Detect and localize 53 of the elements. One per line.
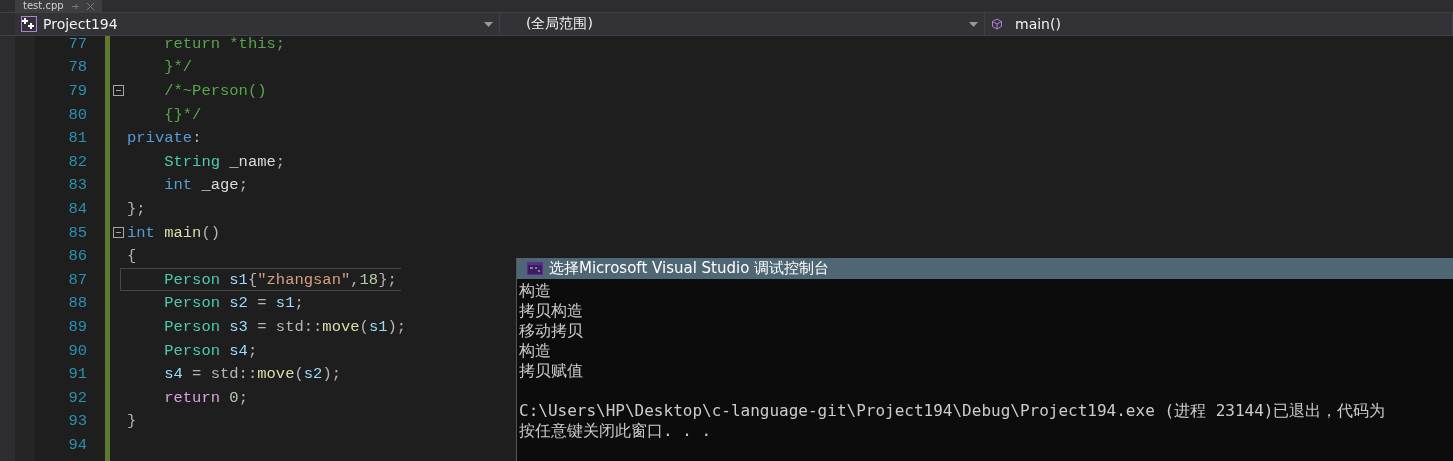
collapse-icon[interactable] — [112, 227, 124, 239]
console-output-line: 移动拷贝 — [519, 321, 584, 341]
line-number: 80 — [67, 105, 87, 124]
line-number: 85 — [67, 223, 87, 242]
line-number: 88 — [67, 294, 87, 313]
line-number: 86 — [67, 247, 87, 266]
cube-icon — [991, 18, 1003, 30]
console-output-line: C:\Users\HP\Desktop\c-language-git\Project194\Debug\Project194.exe (进程 23144)已退出，代码为 — [519, 401, 1387, 421]
code-line: /*~Person() — [163, 81, 268, 102]
line-number: 90 — [67, 341, 87, 360]
code-line: s4 = std::move(s2); — [163, 364, 342, 386]
console-output-line: 拷贝赋值 — [519, 361, 584, 381]
line-number: 89 — [67, 317, 87, 336]
line-number: 93 — [67, 412, 87, 431]
code-line: int _age; — [163, 175, 249, 197]
line-number: 81 — [67, 129, 87, 148]
line-number: 77 — [67, 36, 87, 53]
console-output-line: 按任意键关闭此窗口. . . — [519, 421, 713, 441]
code-line: }*/ — [163, 57, 194, 79]
dropdown-caret-icon — [969, 21, 978, 27]
code-line: } — [126, 411, 138, 433]
code-line: Person s3 = std::move(s1); — [163, 316, 408, 338]
console-output-line: 拷贝构造 — [519, 301, 584, 321]
console-output-line: 构造 — [519, 341, 552, 361]
collapse-icon[interactable] — [112, 85, 124, 97]
code-line: Person s2 = s1; — [163, 293, 305, 315]
code-line: Person s1{"zhangsan",18}; — [120, 268, 401, 292]
project-dropdown[interactable]: Project194 — [15, 13, 500, 35]
line-number: 94 — [67, 435, 87, 454]
code-line: { — [126, 246, 138, 268]
code-line: {}*/ — [163, 104, 203, 126]
code-line: String _name; — [163, 151, 287, 173]
code-line: private: — [126, 128, 203, 150]
console-title: 选择Microsoft Visual Studio 调试控制台 — [549, 259, 830, 278]
project-icon — [21, 16, 37, 32]
line-number: 87 — [67, 270, 87, 289]
line-number: 83 — [67, 176, 87, 195]
line-number: 91 — [67, 365, 87, 384]
console-output-line: 构造 — [519, 281, 552, 301]
line-number: 82 — [67, 152, 87, 171]
line-number: 78 — [67, 58, 87, 77]
code-line: }; — [126, 198, 147, 220]
line-number: 79 — [67, 82, 87, 100]
console-app-icon — [527, 262, 543, 275]
line-number: 92 — [67, 388, 87, 407]
code-line: int main() — [126, 222, 222, 244]
scope-dropdown[interactable]: (全局范围) — [500, 13, 985, 35]
member-dropdown[interactable]: main() — [985, 13, 1453, 35]
code-line: Person s4; — [163, 340, 259, 362]
dropdown-caret-icon — [484, 21, 493, 27]
line-number: 84 — [67, 199, 87, 218]
code-line: return 0; — [163, 387, 249, 409]
code-line: return *this; — [163, 36, 287, 55]
